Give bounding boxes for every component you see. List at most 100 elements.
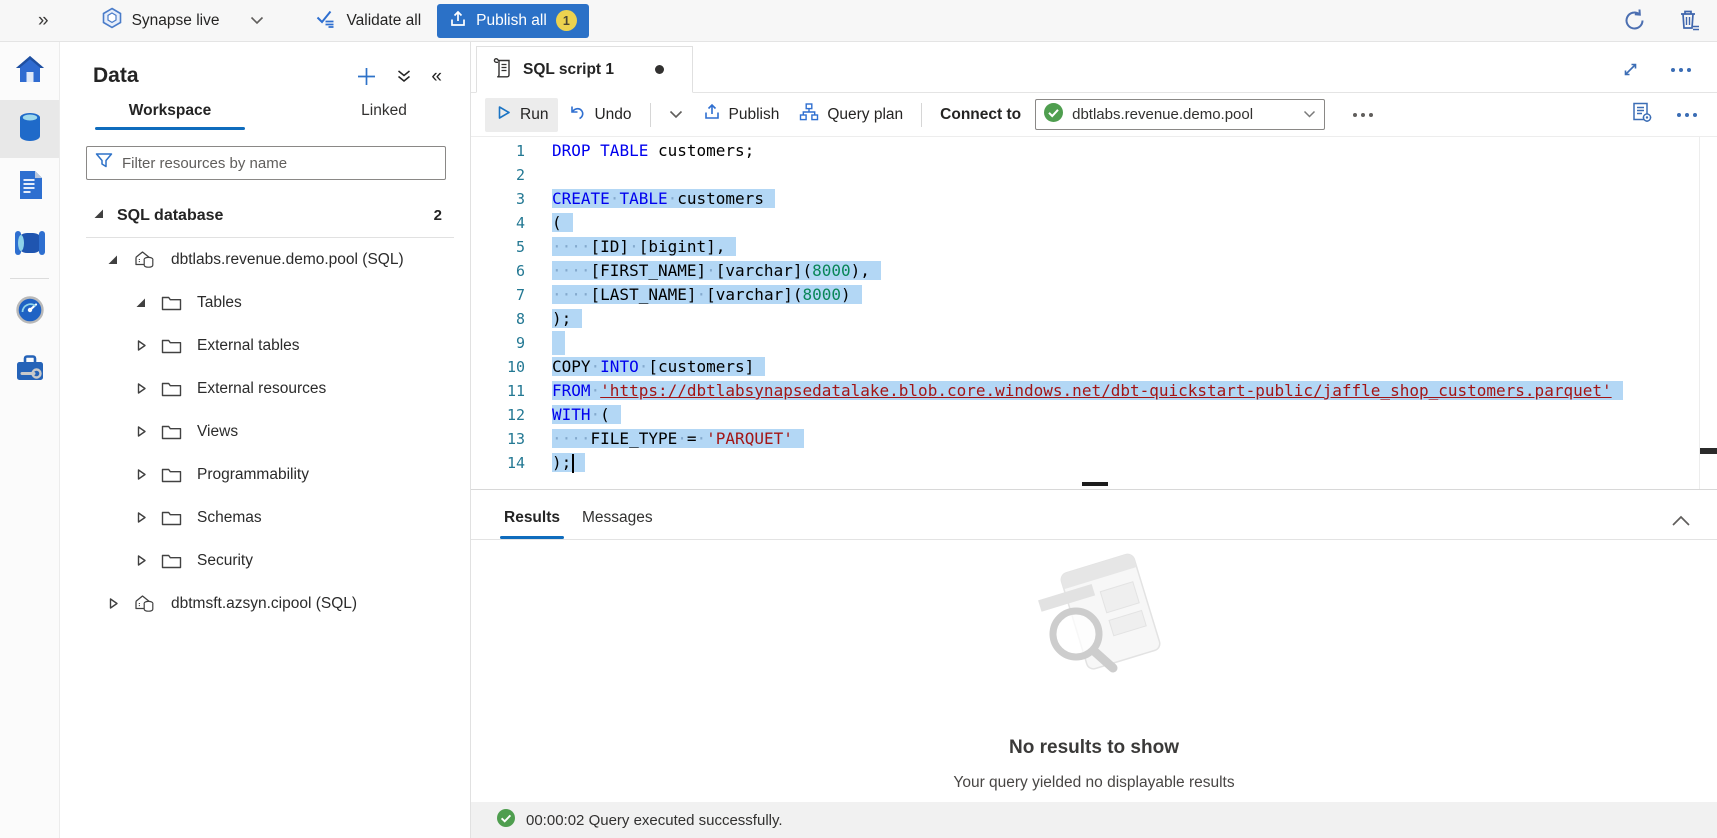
collapsed-twisty-icon[interactable] [133, 468, 148, 481]
no-results-illustration [1014, 550, 1174, 693]
expanded-twisty-icon [92, 207, 105, 225]
collapsed-twisty-icon[interactable] [133, 339, 148, 352]
discard-trash-icon[interactable] [1677, 8, 1701, 33]
more-icon[interactable] [1665, 62, 1697, 78]
tree-item-label: External tables [197, 337, 300, 355]
tree-root-label: SQL database [117, 207, 223, 225]
scrollbar-track[interactable] [1699, 137, 1700, 489]
undo-icon [568, 103, 586, 126]
code-line-2 [471, 163, 1700, 187]
nav-develop[interactable] [0, 158, 59, 216]
top-command-bar: » Synapse live Validate all [0, 0, 1717, 42]
develop-icon [16, 170, 44, 205]
nav-home[interactable] [0, 42, 59, 100]
left-nav-rail [0, 42, 60, 838]
publish-icon [703, 103, 721, 126]
sql-pool-icon [133, 593, 156, 614]
code-line-3: CREATE·TABLE·customers [471, 187, 1700, 211]
tab-results[interactable]: Results [498, 509, 566, 539]
run-options-chevron[interactable] [659, 100, 693, 130]
tree-item-views[interactable]: Views [60, 410, 470, 453]
add-icon[interactable] [356, 66, 377, 87]
toolbar-separator [921, 103, 922, 127]
status-message: 00:00:02 Query executed successfully. [526, 812, 783, 829]
properties-icon[interactable] [1631, 101, 1653, 128]
folder-icon [161, 294, 182, 311]
top-right-group [1622, 8, 1701, 33]
tree-item-dbtlabs-revenue-demo-pool-sql-[interactable]: dbtlabs.revenue.demo.pool (SQL) [60, 238, 470, 281]
success-check-icon [1043, 102, 1064, 128]
run-button[interactable]: Run [485, 98, 558, 132]
expand-panel-icon[interactable]: » [38, 10, 49, 32]
tree-root-count: 2 [434, 207, 442, 224]
publish-all-button[interactable]: Publish all 1 [437, 4, 589, 38]
sql-editor-pane: SQL script 1 Run Undo [471, 42, 1717, 838]
query-plan-icon [799, 103, 819, 126]
tree-item-programmability[interactable]: Programmability [60, 453, 470, 496]
query-plan-button[interactable]: Query plan [789, 97, 913, 132]
code-line-13: ····FILE_TYPE·=·'PARQUET' [471, 427, 1700, 451]
text-cursor [572, 454, 574, 473]
undo-button[interactable]: Undo [558, 97, 641, 132]
data-explorer-panel: Data « Workspace Linked [60, 42, 471, 838]
tree-item-external-tables[interactable]: External tables [60, 324, 470, 367]
code-line-1: DROP TABLE customers; [471, 139, 1700, 163]
pool-dropdown[interactable]: dbtlabs.revenue.demo.pool [1035, 99, 1325, 130]
folder-icon [161, 423, 182, 440]
tree-item-external-resources[interactable]: External resources [60, 367, 470, 410]
nav-manage[interactable] [0, 341, 59, 399]
collapsed-twisty-icon[interactable] [133, 425, 148, 438]
panel-pivot-tabs: Workspace Linked [60, 102, 470, 130]
toolbar-separator [650, 103, 651, 127]
publish-button[interactable]: Publish [693, 97, 790, 132]
collapse-results-chevron-up-icon[interactable] [1671, 515, 1691, 527]
run-label: Run [520, 106, 548, 124]
tab-messages[interactable]: Messages [576, 509, 659, 539]
code-editor[interactable]: 1234567891011121314 DROP TABLE customers… [471, 137, 1717, 489]
code-line-12: WITH·( [471, 403, 1700, 427]
tree-item-label: Schemas [197, 509, 262, 527]
filter-box [86, 146, 446, 180]
collapsed-twisty-icon[interactable] [105, 597, 120, 610]
tree-item-dbtmsft-azsyn-cipool-sql-[interactable]: dbtmsft.azsyn.cipool (SQL) [60, 582, 470, 625]
tree-item-security[interactable]: Security [60, 539, 470, 582]
success-check-icon [496, 808, 516, 833]
publish-icon [449, 10, 467, 31]
sql-script-icon [493, 56, 512, 83]
filter-input[interactable] [122, 155, 437, 172]
splitter-drag-handle[interactable] [1082, 482, 1108, 486]
tab-workspace[interactable]: Workspace [95, 102, 245, 130]
collapse-left-icon[interactable]: « [431, 67, 442, 86]
expand-editor-icon[interactable] [1622, 61, 1639, 78]
refresh-icon[interactable] [1622, 8, 1647, 33]
nav-integrate[interactable] [0, 216, 59, 274]
tree-item-schemas[interactable]: Schemas [60, 496, 470, 539]
folder-icon [161, 380, 182, 397]
more-icon[interactable] [1347, 107, 1379, 123]
empty-results-title: No results to show [1009, 737, 1179, 759]
expanded-twisty-icon[interactable] [133, 296, 148, 309]
tab-linked[interactable]: Linked [309, 102, 459, 130]
nav-data[interactable] [0, 100, 59, 158]
tab-sql-script-1[interactable]: SQL script 1 [476, 46, 693, 93]
collapsed-twisty-icon[interactable] [133, 511, 148, 524]
nav-monitor[interactable] [0, 283, 59, 341]
code-line-14: ); [471, 451, 1700, 475]
mode-selector[interactable]: Synapse live [101, 7, 265, 34]
code-line-10: COPY·INTO·[customers] [471, 355, 1700, 379]
expanded-twisty-icon[interactable] [105, 253, 120, 266]
tree-item-label: dbtlabs.revenue.demo.pool (SQL) [171, 251, 404, 269]
collapsed-twisty-icon[interactable] [133, 382, 148, 395]
publish-count-badge: 1 [556, 10, 577, 31]
tab-title: SQL script 1 [523, 61, 614, 79]
home-icon [15, 55, 45, 88]
tree-item-tables[interactable]: Tables [60, 281, 470, 324]
more-icon[interactable] [1671, 107, 1703, 123]
collapsed-twisty-icon[interactable] [133, 554, 148, 567]
double-chevron-down-icon[interactable] [396, 68, 412, 84]
code-line-5: ····[ID]·[bigint], [471, 235, 1700, 259]
folder-icon [161, 337, 182, 354]
tree-root-sql-database[interactable]: SQL database 2 [60, 194, 470, 237]
validate-all-button[interactable]: Validate all [316, 9, 421, 33]
chevron-down-icon [1303, 106, 1316, 124]
